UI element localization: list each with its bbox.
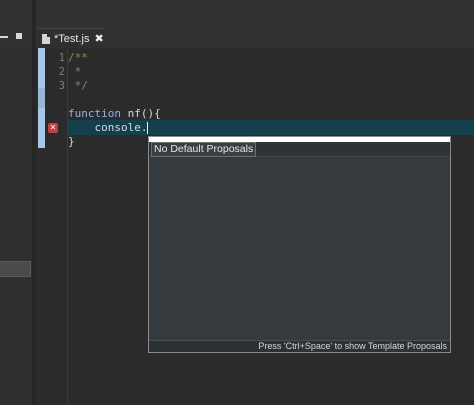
code-line-3: */ [68,79,88,92]
code-line-5: function nf(){ [68,107,161,121]
text-caret [147,122,149,134]
editor-part: *Test.js ✖ 1 2 3 ✕ /** * */ function nf(… [36,0,474,405]
assist-title: No Default Proposals [151,142,257,157]
code-line-1: /** [68,51,88,64]
code-line-2: * [68,65,82,78]
file-icon [42,33,50,44]
line-number-gutter: 1 2 3 ✕ [45,48,67,405]
proposal-list[interactable] [149,158,450,340]
line-number-3: 3 [58,80,65,92]
assist-footer: Press 'Ctrl+Space' to show Template Prop… [149,340,450,352]
code-line-6: console. [68,121,149,135]
minimize-icon[interactable] [0,31,10,41]
tab-test-js[interactable]: *Test.js ✖ [38,28,104,48]
gutter-divider [67,48,68,405]
tab-label: *Test.js [54,32,90,45]
content-assist-popup[interactable]: No Default Proposals Press 'Ctrl+Space' … [148,136,451,353]
line-number-1: 1 [58,52,65,64]
console-text: console. [68,121,148,134]
annotation-ruler [38,48,45,148]
line-number-2: 2 [58,66,65,78]
code-editor[interactable]: 1 2 3 ✕ /** * */ function nf(){ console.… [36,48,474,405]
left-view-input[interactable] [0,261,31,277]
ruler-segment [38,88,45,108]
function-keyword: function [68,107,121,120]
close-icon[interactable]: ✖ [94,32,103,45]
function-signature: nf(){ [120,107,161,120]
editor-tab-strip: *Test.js ✖ [36,0,474,48]
assist-footer-hint[interactable]: Press 'Ctrl+Space' to show Template Prop… [258,340,447,352]
left-view-toolbar [0,0,36,48]
error-marker-icon[interactable]: ✕ [48,123,58,133]
left-view-pane [0,0,36,405]
code-line-7: } [68,135,75,148]
assist-header: No Default Proposals [149,142,450,157]
maximize-icon[interactable] [14,31,24,41]
